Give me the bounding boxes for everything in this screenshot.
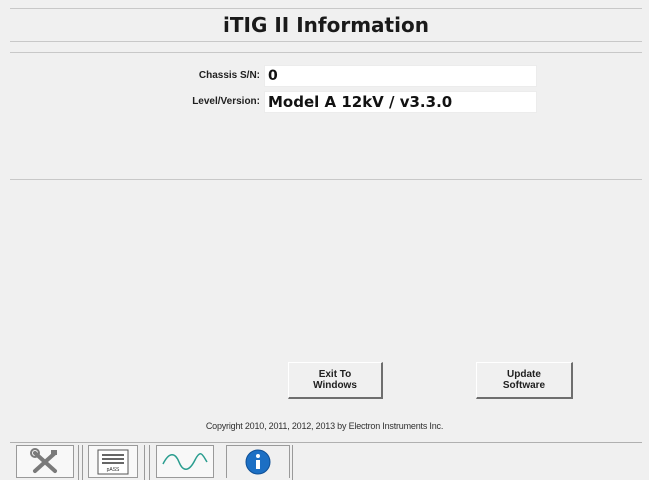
copyright-text: Copyright 2010, 2011, 2012, 2013 by Elec… (205, 421, 444, 431)
update-software-label: Update Software (502, 369, 546, 391)
pass-list-icon: pASS (97, 449, 129, 475)
tab-waveform[interactable] (156, 445, 214, 478)
bottom-tab-bar: pASS (10, 442, 642, 480)
tab-info[interactable] (226, 445, 290, 478)
tab-separator (78, 445, 79, 480)
exit-to-windows-button[interactable]: Exit To Windows (288, 362, 383, 399)
tab-separator (144, 445, 145, 480)
tab-tools[interactable] (16, 445, 74, 478)
version-row: Level/Version: Model A 12kV / v3.3.0 (10, 91, 642, 113)
update-software-button[interactable]: Update Software (476, 362, 573, 399)
chassis-label: Chassis S/N: (198, 70, 260, 81)
version-label: Level/Version: (192, 96, 260, 107)
title-bar: iTIG II Information (10, 8, 642, 42)
page-title: iTIG II Information (223, 13, 429, 37)
chassis-row: Chassis S/N: 0 (10, 65, 642, 87)
version-value: Model A 12kV / v3.3.0 (264, 91, 537, 113)
pass-caption: pASS (107, 467, 120, 473)
wrench-screwdriver-icon (30, 448, 57, 473)
tab-separator (149, 445, 150, 480)
tab-separator (292, 445, 293, 480)
waveform-icon (162, 453, 208, 470)
tab-pass[interactable]: pASS (88, 445, 138, 478)
info-icon (245, 449, 271, 475)
info-panel: Chassis S/N: 0 Level/Version: Model A 12… (10, 52, 642, 180)
exit-to-windows-label: Exit To Windows (313, 369, 357, 391)
chassis-value: 0 (264, 65, 537, 87)
tab-separator (82, 445, 83, 480)
